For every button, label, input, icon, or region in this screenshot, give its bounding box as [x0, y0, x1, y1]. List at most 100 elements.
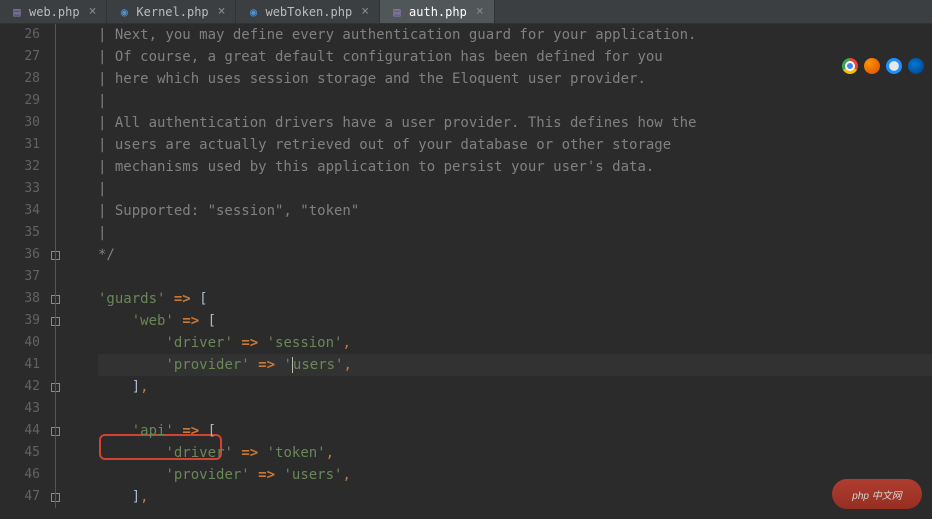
edge-icon[interactable] — [908, 58, 924, 74]
code-token: 'users' — [283, 467, 342, 483]
line-number: 40 — [0, 332, 40, 354]
line-number: 41 — [0, 354, 40, 376]
code-token: | Next, you may define every authenticat… — [98, 27, 696, 43]
code-area[interactable]: | Next, you may define every authenticat… — [68, 24, 932, 519]
tab-auth-php[interactable]: ▤ auth.php × — [380, 0, 495, 23]
line-number: 38 — [0, 288, 40, 310]
line-number: 37 — [0, 266, 40, 288]
code-token: | Of course, a great default configurati… — [98, 49, 663, 65]
class-file-icon: ◉ — [246, 5, 260, 19]
code-line[interactable]: 'driver' => 'token', — [98, 442, 932, 464]
line-number: 33 — [0, 178, 40, 200]
tab-label: auth.php — [409, 5, 467, 19]
code-token — [165, 291, 173, 307]
php-file-icon: ▤ — [10, 5, 24, 19]
code-token: [ — [199, 423, 216, 439]
code-token: ] — [98, 489, 140, 505]
php-file-icon: ▤ — [390, 5, 404, 19]
code-token — [98, 467, 165, 483]
code-line[interactable]: 'driver' => 'session', — [98, 332, 932, 354]
safari-icon[interactable] — [886, 58, 902, 74]
code-token: | users are actually retrieved out of yo… — [98, 137, 671, 153]
code-line[interactable]: 'api' => [ — [98, 420, 932, 442]
code-token: [ — [199, 313, 216, 329]
code-token: 'provider' — [165, 357, 249, 373]
code-line[interactable]: | here which uses session storage and th… — [98, 68, 932, 90]
firefox-icon[interactable] — [864, 58, 880, 74]
code-line[interactable]: | — [98, 90, 932, 112]
code-token — [258, 445, 266, 461]
code-line[interactable]: | — [98, 178, 932, 200]
code-token: 'api' — [132, 423, 174, 439]
code-token — [98, 335, 165, 351]
tab-web-php[interactable]: ▤web.php× — [0, 0, 107, 23]
code-token: , — [140, 379, 148, 395]
code-token: , — [342, 335, 350, 351]
code-token: => — [258, 357, 275, 373]
code-token — [98, 445, 165, 461]
close-icon[interactable]: × — [85, 4, 97, 19]
code-line[interactable]: | Next, you may define every authenticat… — [98, 24, 932, 46]
code-token: users' — [293, 357, 344, 373]
code-token: | — [98, 181, 106, 197]
code-line[interactable] — [98, 398, 932, 420]
fold-column — [48, 24, 68, 519]
code-token: 'guards' — [98, 291, 165, 307]
tab-label: webToken.php — [265, 5, 352, 19]
code-token: => — [182, 313, 199, 329]
code-token: | — [98, 93, 106, 109]
code-line[interactable]: | All authentication drivers have a user… — [98, 112, 932, 134]
chrome-icon[interactable] — [842, 58, 858, 74]
code-line[interactable]: */ — [98, 244, 932, 266]
line-number: 30 — [0, 112, 40, 134]
tab-label: Kernel.php — [136, 5, 208, 19]
code-line[interactable]: | Of course, a great default configurati… — [98, 46, 932, 68]
line-number: 31 — [0, 134, 40, 156]
code-line[interactable]: | mechanisms used by this application to… — [98, 156, 932, 178]
code-line[interactable]: | — [98, 222, 932, 244]
tab-Kernel-php[interactable]: ◉ Kernel.php × — [107, 0, 236, 23]
close-icon[interactable]: × — [214, 4, 226, 19]
line-number: 29 — [0, 90, 40, 112]
code-token: ' — [283, 357, 291, 373]
code-line[interactable]: | Supported: "session", "token" — [98, 200, 932, 222]
code-line[interactable]: 'guards' => [ — [98, 288, 932, 310]
code-token: ] — [98, 379, 140, 395]
tab-webToken-php[interactable]: ◉ webToken.php × — [236, 0, 380, 23]
line-number: 26 — [0, 24, 40, 46]
editor: 2627282930313233343536373839404142434445… — [0, 24, 932, 519]
code-token — [250, 357, 258, 373]
line-number: 45 — [0, 442, 40, 464]
close-icon[interactable]: × — [357, 4, 369, 19]
code-token: , — [140, 489, 148, 505]
code-line[interactable]: 'web' => [ — [98, 310, 932, 332]
line-number: 47 — [0, 486, 40, 508]
line-number: 39 — [0, 310, 40, 332]
code-token: | All authentication drivers have a user… — [98, 115, 696, 131]
code-token: | — [98, 225, 106, 241]
tab-bar: ▤web.php× ◉ Kernel.php × ◉ webToken.php × ▤ auth… — [0, 0, 932, 24]
code-line[interactable]: ], — [98, 486, 932, 508]
line-number: 36 — [0, 244, 40, 266]
code-line[interactable]: 'provider' => 'users', — [98, 354, 932, 376]
line-number: 44 — [0, 420, 40, 442]
code-token — [258, 335, 266, 351]
class-file-icon: ◉ — [117, 5, 131, 19]
code-token: => — [258, 467, 275, 483]
code-token: 'web' — [132, 313, 174, 329]
line-gutter: 2627282930313233343536373839404142434445… — [0, 24, 48, 519]
line-number: 32 — [0, 156, 40, 178]
code-line[interactable]: ], — [98, 376, 932, 398]
line-number: 43 — [0, 398, 40, 420]
code-token: => — [182, 423, 199, 439]
close-icon[interactable]: × — [472, 4, 484, 19]
code-line[interactable]: 'provider' => 'users', — [98, 464, 932, 486]
line-number: 42 — [0, 376, 40, 398]
code-token: [ — [191, 291, 208, 307]
code-token — [98, 313, 132, 329]
code-token: , — [343, 357, 351, 373]
code-line[interactable]: | users are actually retrieved out of yo… — [98, 134, 932, 156]
browser-icons-group — [842, 58, 924, 74]
code-token: => — [241, 335, 258, 351]
code-line[interactable] — [98, 266, 932, 288]
